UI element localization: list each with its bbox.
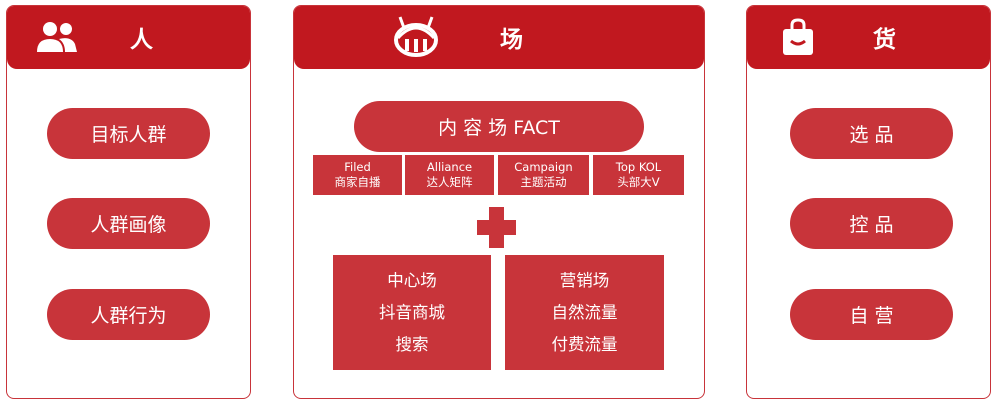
field-panel-header: 场 <box>294 6 704 69</box>
plus-icon <box>477 220 516 235</box>
marketing-field-line-1: 营销场 <box>559 270 610 290</box>
people-item-target-group: 目标人群 <box>47 108 210 159</box>
people-item-group-profile: 人群画像 <box>47 198 210 249</box>
goods-panel: 货 选 品 控 品 自 营 <box>746 5 991 399</box>
sub-item-campaign-zh: 主题活动 <box>520 175 567 189</box>
shopping-bag-icon <box>783 18 813 55</box>
stadium-icon <box>394 16 438 57</box>
sub-item-alliance-en: Alliance <box>426 160 473 174</box>
goods-item-control: 控 品 <box>790 198 953 249</box>
sub-item-alliance-zh: 达人矩阵 <box>426 175 473 189</box>
sub-item-campaign: Campaign 主题活动 <box>498 155 589 195</box>
center-field-line-1: 中心场 <box>387 270 437 290</box>
center-field-line-2: 抖音商城 <box>379 302 445 322</box>
people-icon <box>37 22 77 52</box>
goods-panel-title: 货 <box>873 27 896 53</box>
marketing-field-line-3: 付费流量 <box>551 334 618 354</box>
people-item-group-behavior: 人群行为 <box>47 289 210 340</box>
people-panel-header: 人 <box>7 6 250 69</box>
sub-item-filed-zh: 商家自播 <box>334 175 381 189</box>
marketing-field-box: 营销场 自然流量 付费流量 <box>505 255 664 370</box>
sub-item-top-kol-zh: 头部大V <box>617 175 660 189</box>
sub-item-filed: Filed 商家自播 <box>313 155 402 195</box>
sub-item-alliance: Alliance 达人矩阵 <box>405 155 494 195</box>
field-panel-title: 场 <box>500 27 523 53</box>
sub-item-campaign-en: Campaign <box>514 160 573 174</box>
content-field-pill: 内 容 场 FACT <box>354 101 644 152</box>
marketing-field-line-2: 自然流量 <box>551 302 618 322</box>
center-field-line-3: 搜索 <box>395 334 429 354</box>
sub-item-filed-en: Filed <box>344 160 371 174</box>
center-field-box: 中心场 抖音商城 搜索 <box>333 255 491 370</box>
sub-item-top-kol: Top KOL 头部大V <box>593 155 684 195</box>
goods-item-select: 选 品 <box>790 108 953 159</box>
people-panel: 人 目标人群 人群画像 人群行为 <box>6 5 251 399</box>
sub-item-top-kol-en: Top KOL <box>615 160 662 174</box>
goods-panel-header: 货 <box>747 6 990 69</box>
people-panel-title: 人 <box>130 27 153 53</box>
goods-item-self-operated: 自 营 <box>790 289 953 340</box>
